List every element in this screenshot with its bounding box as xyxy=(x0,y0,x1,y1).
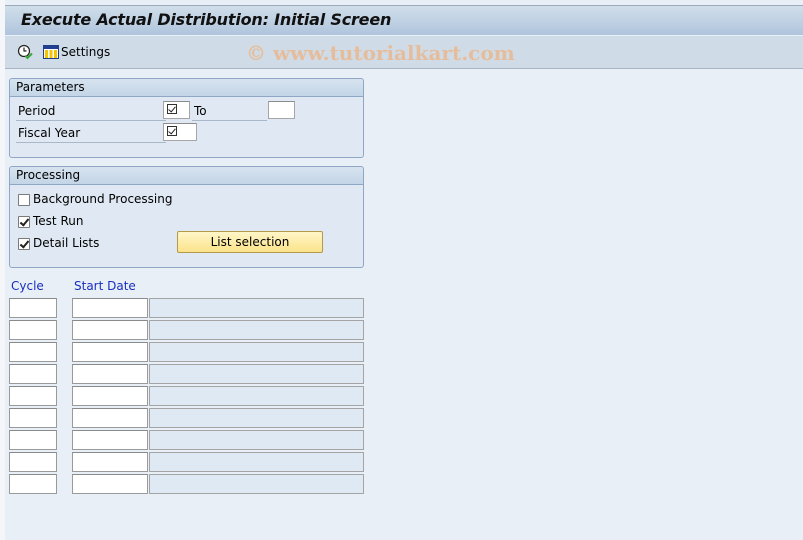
cycle-field[interactable] xyxy=(9,298,57,318)
start-date-field[interactable] xyxy=(72,298,148,318)
cycle-description-field xyxy=(149,452,364,472)
table-settings-icon[interactable] xyxy=(43,44,59,60)
start-date-field[interactable] xyxy=(72,408,148,428)
cycle-description-field xyxy=(149,474,364,494)
cycle-description-field xyxy=(149,364,364,384)
start-date-field[interactable] xyxy=(72,320,148,340)
period-from-field[interactable] xyxy=(163,101,190,119)
cycle-field[interactable] xyxy=(9,408,57,428)
cycle-description-field xyxy=(149,320,364,340)
period-label-underline xyxy=(16,120,166,121)
cycle-field[interactable] xyxy=(9,452,57,472)
application-toolbar: Settings © www.tutorialkart.com xyxy=(5,36,803,69)
start-date-field[interactable] xyxy=(72,342,148,362)
cycle-field[interactable] xyxy=(9,342,57,362)
fiscal-year-field[interactable] xyxy=(163,123,197,141)
cycle-field[interactable] xyxy=(9,386,57,406)
cycle-field[interactable] xyxy=(9,320,57,340)
list-selection-button[interactable]: List selection xyxy=(177,231,323,253)
background-processing-label: Background Processing xyxy=(33,192,173,206)
start-date-column-header: Start Date xyxy=(74,279,136,293)
start-date-field[interactable] xyxy=(72,364,148,384)
cycle-description-field xyxy=(149,298,364,318)
cycle-field[interactable] xyxy=(9,430,57,450)
cycle-description-field xyxy=(149,386,364,406)
to-label-underline xyxy=(192,120,267,121)
processing-group: Processing Background Processing Test Ru… xyxy=(9,166,364,268)
period-to-field[interactable] xyxy=(268,101,295,119)
background-processing-checkbox[interactable] xyxy=(18,194,30,206)
required-entry-icon xyxy=(167,104,177,114)
detail-lists-label: Detail Lists xyxy=(33,236,100,250)
parameters-header: Parameters xyxy=(10,79,363,97)
test-run-checkbox[interactable] xyxy=(18,216,30,228)
cycle-description-field xyxy=(149,408,364,428)
cycle-column-header: Cycle xyxy=(11,279,44,293)
settings-button[interactable]: Settings xyxy=(61,45,110,59)
start-date-field[interactable] xyxy=(72,474,148,494)
cycle-description-field xyxy=(149,430,364,450)
cycle-field[interactable] xyxy=(9,474,57,494)
watermark: © www.tutorialkart.com xyxy=(246,41,515,65)
fiscal-year-label-underline xyxy=(16,142,166,143)
parameters-group: Parameters Period To Fiscal Year xyxy=(9,78,364,158)
test-run-label: Test Run xyxy=(33,214,84,228)
fiscal-year-label: Fiscal Year xyxy=(18,126,81,140)
execute-clock-icon[interactable] xyxy=(17,44,33,60)
title-bar: Execute Actual Distribution: Initial Scr… xyxy=(5,5,803,35)
start-date-field[interactable] xyxy=(72,386,148,406)
start-date-field[interactable] xyxy=(72,452,148,472)
cycle-description-field xyxy=(149,342,364,362)
required-entry-icon xyxy=(167,126,177,136)
cycle-field[interactable] xyxy=(9,364,57,384)
processing-header: Processing xyxy=(10,167,363,185)
to-label: To xyxy=(194,104,207,118)
start-date-field[interactable] xyxy=(72,430,148,450)
detail-lists-checkbox[interactable] xyxy=(18,238,30,250)
sap-screen: Execute Actual Distribution: Initial Scr… xyxy=(5,0,803,540)
period-label: Period xyxy=(18,104,56,118)
screen-title: Execute Actual Distribution: Initial Scr… xyxy=(21,10,392,29)
